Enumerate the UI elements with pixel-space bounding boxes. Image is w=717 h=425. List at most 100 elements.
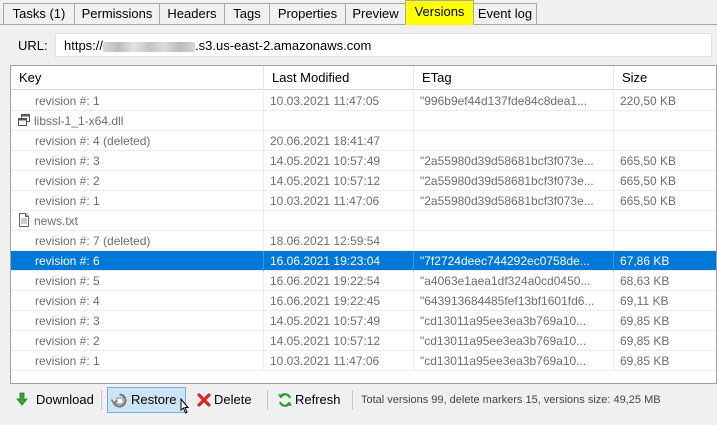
row-size: 220,50 KB: [614, 91, 716, 111]
file-name: libssl-1_1-x64.dll: [34, 114, 124, 128]
version-row[interactable]: revision #: 7 (deleted) 18.06.2021 12:59…: [11, 231, 716, 251]
refresh-icon: [278, 393, 292, 407]
row-last-modified: 16.06.2021 19:22:54: [264, 271, 414, 291]
row-last-modified: 14.05.2021 10:57:12: [264, 331, 414, 351]
version-row[interactable]: revision #: 2 14.05.2021 10:57:12 "cd130…: [11, 331, 716, 351]
row-size: 665,50 KB: [614, 171, 716, 191]
row-key: revision #: 1: [11, 351, 264, 371]
row-key: revision #: 1: [11, 91, 264, 111]
tab-event-log[interactable]: Event log: [473, 3, 537, 24]
tab-properties[interactable]: Properties: [269, 3, 346, 24]
row-key: revision #: 2: [11, 171, 264, 191]
row-etag: [414, 231, 614, 251]
row-etag: [414, 211, 614, 231]
url-value[interactable]: https:// .s3.us-east-2.amazonaws.com: [64, 38, 371, 53]
toolbar-separator: [352, 390, 353, 410]
row-etag: "2a55980d39d58681bcf3f073e...: [414, 191, 614, 211]
version-row[interactable]: revision #: 3 14.05.2021 10:57:49 "2a559…: [11, 151, 716, 171]
row-key: news.txt: [11, 211, 264, 231]
row-last-modified: [264, 111, 414, 131]
row-size: 69,85 KB: [614, 311, 716, 331]
row-last-modified: [264, 211, 414, 231]
toolbar-separator: [101, 390, 102, 410]
row-key: revision #: 7 (deleted): [11, 231, 264, 251]
row-last-modified: 10.03.2021 11:47:06: [264, 191, 414, 211]
delete-button[interactable]: Delete: [192, 387, 262, 413]
column-header-size[interactable]: Size: [614, 66, 716, 90]
file-name: news.txt: [34, 214, 79, 228]
version-row-selected[interactable]: revision #: 6 16.06.2021 19:23:04 "7f272…: [11, 251, 716, 271]
row-key: revision #: 3: [11, 311, 264, 331]
row-last-modified: 14.05.2021 10:57:49: [264, 151, 414, 171]
tab-tags[interactable]: Tags: [224, 3, 270, 24]
row-etag: [414, 131, 614, 151]
restore-icon: [111, 393, 127, 408]
version-row[interactable]: revision #: 2 14.05.2021 10:57:12 "2a559…: [11, 171, 716, 191]
row-etag: "2a55980d39d58681bcf3f073e...: [414, 171, 614, 191]
row-size: [614, 131, 716, 151]
row-size: 69,11 KB: [614, 291, 716, 311]
tab-permissions[interactable]: Permissions: [74, 3, 160, 24]
row-key: revision #: 5: [11, 271, 264, 291]
row-etag: "cd13011a95ee3ea3b769a10...: [414, 351, 614, 371]
row-etag: "cd13011a95ee3ea3b769a10...: [414, 331, 614, 351]
version-row[interactable]: revision #: 4 (deleted) 20.06.2021 18:41…: [11, 131, 716, 151]
versions-grid[interactable]: Key Last Modified ETag Size revision #: …: [10, 65, 717, 384]
tab-tasks[interactable]: Tasks (1): [3, 3, 75, 24]
url-suffix: .s3.us-east-2.amazonaws.com: [195, 38, 372, 53]
row-key: revision #: 4 (deleted): [11, 131, 264, 151]
row-key: revision #: 3: [11, 151, 264, 171]
url-label: URL:: [18, 38, 48, 53]
tab-preview[interactable]: Preview: [345, 3, 406, 24]
row-etag: "996b9ef44d137fde84c8dea1...: [414, 91, 614, 111]
column-header-key[interactable]: Key: [11, 66, 264, 90]
versions-panel: URL: https:// .s3.us-east-2.amazonaws.com…: [0, 24, 717, 425]
file-group-row[interactable]: libssl-1_1-x64.dll: [11, 111, 716, 131]
download-arrow-icon: [16, 392, 28, 406]
tab-strip: Tasks (1) Permissions Headers Tags Prope…: [0, 0, 717, 25]
row-etag: "643913684485fef13bf1601fd6...: [414, 291, 614, 311]
row-last-modified: 14.05.2021 10:57:12: [264, 171, 414, 191]
bottom-toolbar: Download Restore Delete Refresh Total ve…: [0, 384, 717, 425]
delete-label: Delete: [214, 392, 252, 407]
row-last-modified: 10.03.2021 11:47:06: [264, 351, 414, 371]
download-button[interactable]: Download: [10, 387, 98, 413]
row-size: 665,50 KB: [614, 191, 716, 211]
row-last-modified: 20.06.2021 18:41:47: [264, 131, 414, 151]
version-row[interactable]: revision #: 5 16.06.2021 19:22:54 "a4063…: [11, 271, 716, 291]
url-field[interactable]: https:// .s3.us-east-2.amazonaws.com: [55, 33, 712, 57]
row-key: revision #: 4: [11, 291, 264, 311]
toolbar-separator: [267, 390, 268, 410]
delete-x-icon: [197, 393, 211, 407]
row-last-modified: 14.05.2021 10:57:49: [264, 311, 414, 331]
version-row[interactable]: revision #: 1 10.03.2021 11:47:05 "996b9…: [11, 91, 716, 111]
dll-file-icon: [18, 114, 30, 126]
row-size: [614, 211, 716, 231]
version-row[interactable]: revision #: 4 16.06.2021 19:22:45 "64391…: [11, 291, 716, 311]
row-size: 68,63 KB: [614, 271, 716, 291]
row-last-modified: 10.03.2021 11:47:05: [264, 91, 414, 111]
tab-headers[interactable]: Headers: [159, 3, 225, 24]
version-row[interactable]: revision #: 1 10.03.2021 11:47:06 "cd130…: [11, 351, 716, 371]
row-key: libssl-1_1-x64.dll: [11, 111, 264, 131]
url-prefix: https://: [64, 38, 104, 53]
refresh-label: Refresh: [295, 392, 341, 407]
grid-header: Key Last Modified ETag Size: [11, 66, 716, 90]
column-header-etag[interactable]: ETag: [414, 66, 614, 90]
row-last-modified: 16.06.2021 19:22:45: [264, 291, 414, 311]
row-size: [614, 231, 716, 251]
restore-button[interactable]: Restore: [107, 387, 190, 414]
version-row[interactable]: revision #: 1 10.03.2021 11:47:06 "2a559…: [11, 191, 716, 211]
column-header-last-modified[interactable]: Last Modified: [264, 66, 414, 90]
version-row[interactable]: revision #: 3 14.05.2021 10:57:49 "cd130…: [11, 311, 716, 331]
url-redacted-bucket: [103, 41, 196, 52]
row-size: 69,85 KB: [614, 331, 716, 351]
mouse-cursor-icon: [180, 398, 190, 414]
refresh-button[interactable]: Refresh: [273, 387, 347, 413]
tab-versions[interactable]: Versions: [405, 0, 474, 25]
restore-label: Restore: [131, 392, 177, 407]
row-key: revision #: 6: [11, 251, 264, 271]
download-label: Download: [36, 392, 94, 407]
file-group-row[interactable]: news.txt: [11, 211, 716, 231]
row-size: 67,86 KB: [614, 251, 716, 271]
